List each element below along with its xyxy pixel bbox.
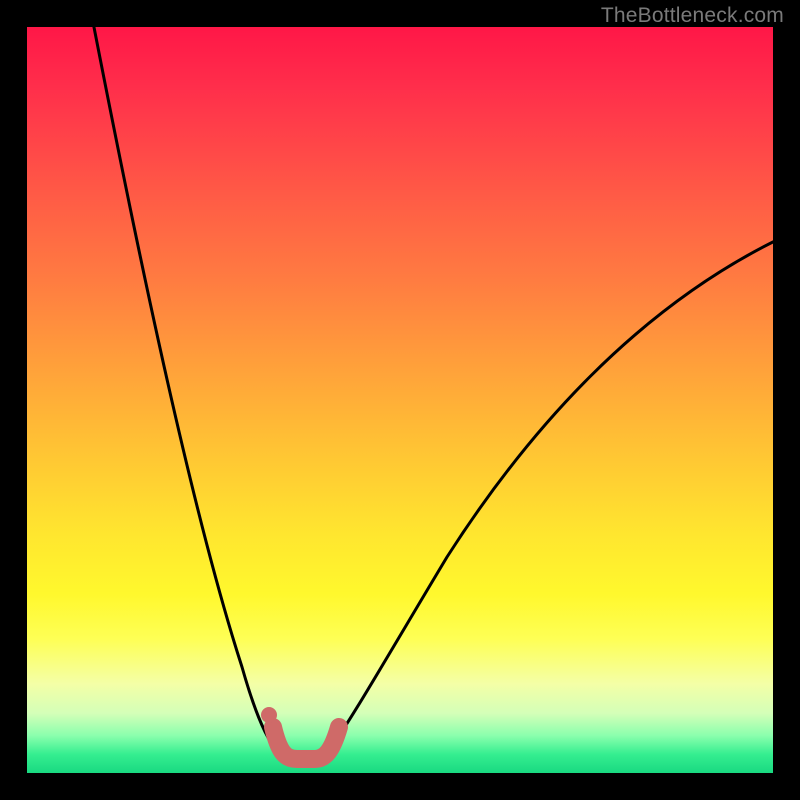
right-curve bbox=[327, 237, 773, 753]
bottom-highlight-u bbox=[273, 727, 339, 759]
watermark-text: TheBottleneck.com bbox=[601, 4, 784, 28]
chart-frame: TheBottleneck.com bbox=[0, 0, 800, 800]
plot-area bbox=[27, 27, 773, 773]
highlight-dot bbox=[261, 707, 277, 723]
bottleneck-curves bbox=[27, 27, 773, 773]
left-curve bbox=[92, 27, 280, 753]
